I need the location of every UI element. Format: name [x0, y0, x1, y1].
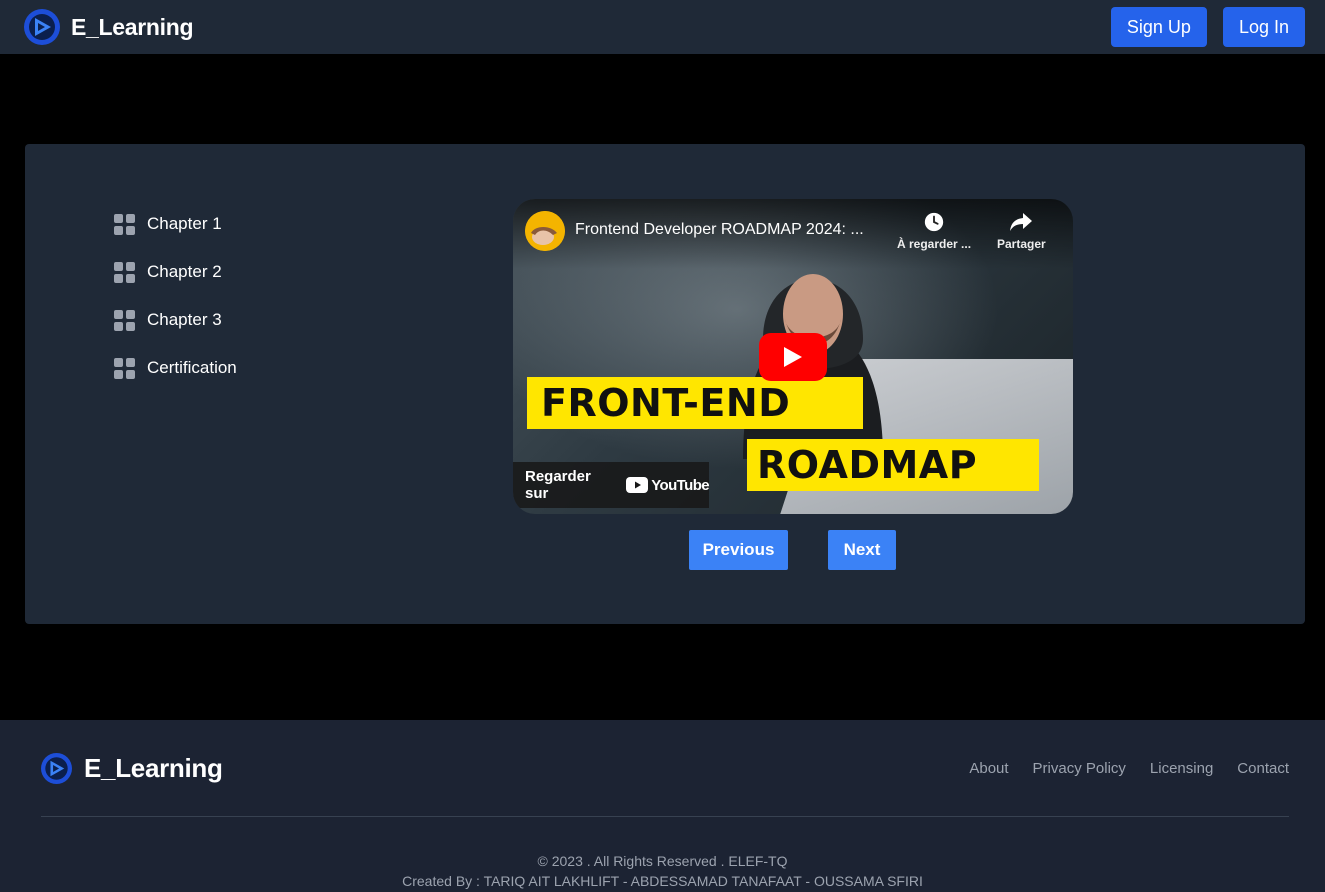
- footer-brand[interactable]: E_Learning: [41, 753, 223, 784]
- youtube-icon: [626, 477, 649, 493]
- previous-button[interactable]: Previous: [689, 530, 788, 570]
- next-button[interactable]: Next: [828, 530, 896, 570]
- watch-later-button[interactable]: À regarder ...: [897, 211, 971, 251]
- footer-copyright-block: © 2023 . All Rights Reserved . ELEF-TQ C…: [0, 851, 1325, 891]
- sidebar-item-chapter-1[interactable]: Chapter 1: [114, 200, 237, 248]
- footer-link-licensing[interactable]: Licensing: [1150, 760, 1213, 777]
- footer-link-item: Contact: [1237, 760, 1289, 778]
- footer: E_Learning About Privacy Policy Licensin…: [0, 720, 1325, 892]
- channel-avatar[interactable]: [525, 211, 565, 251]
- top-navbar: E_Learning Sign Up Log In: [0, 0, 1325, 54]
- footer-links: About Privacy Policy Licensing Contact: [969, 760, 1289, 778]
- sign-up-button[interactable]: Sign Up: [1110, 7, 1207, 47]
- watch-on-label: Regarder sur: [525, 468, 591, 502]
- footer-link-item: Licensing: [1150, 760, 1213, 778]
- brand[interactable]: E_Learning: [24, 9, 194, 45]
- footer-link-contact[interactable]: Contact: [1237, 760, 1289, 777]
- log-in-button[interactable]: Log In: [1222, 7, 1305, 47]
- share-icon: [1010, 213, 1033, 231]
- sidebar-item-label: Chapter 3: [147, 310, 222, 329]
- video-embed[interactable]: Frontend Developer ROADMAP 2024: ... À r…: [513, 199, 1073, 514]
- brand-logo-icon: [41, 753, 72, 784]
- sidebar-item-label: Chapter 2: [147, 262, 222, 281]
- footer-brand-name: E_Learning: [84, 753, 223, 783]
- grid-icon: [114, 213, 135, 235]
- sidebar-item-label: Chapter 1: [147, 214, 222, 233]
- thumbnail-text-roadmap: ROADMAP: [747, 439, 1039, 491]
- watch-later-label: À regarder ...: [897, 237, 972, 251]
- grid-icon: [114, 357, 135, 379]
- footer-divider: [41, 816, 1289, 817]
- youtube-wordmark: YouTube: [651, 476, 709, 494]
- credits-text: Created By : TARIQ AIT LAKHLIFT - ABDESS…: [402, 873, 923, 889]
- sidebar-item-label: Certification: [147, 358, 237, 377]
- grid-icon: [114, 261, 135, 283]
- nav-actions: Sign Up Log In: [1110, 7, 1305, 47]
- thumbnail-text-front-end: FRONT-END: [527, 377, 863, 429]
- avatar-icon: [525, 211, 565, 251]
- share-button[interactable]: Partager: [997, 211, 1046, 251]
- play-icon: [784, 347, 802, 367]
- chapter-list: Chapter 1 Chapter 2 Chapter 3 Certificat…: [114, 200, 237, 392]
- youtube-logo: YouTube: [626, 476, 710, 494]
- course-panel: Chapter 1 Chapter 2 Chapter 3 Certificat…: [25, 144, 1305, 624]
- grid-icon: [114, 309, 135, 331]
- sidebar-item-chapter-2[interactable]: Chapter 2: [114, 248, 237, 296]
- footer-link-about[interactable]: About: [969, 760, 1008, 777]
- sidebar-item-certification[interactable]: Certification: [114, 344, 237, 392]
- share-label: Partager: [997, 237, 1046, 251]
- play-button[interactable]: [759, 333, 827, 381]
- copyright-text: © 2023 . All Rights Reserved . ELEF-TQ: [537, 853, 788, 869]
- footer-link-item: Privacy Policy: [1033, 760, 1126, 778]
- footer-link-privacy-policy[interactable]: Privacy Policy: [1033, 760, 1126, 777]
- brand-name: E_Learning: [71, 13, 194, 40]
- watch-on-youtube-button[interactable]: Regarder sur YouTube: [513, 462, 710, 508]
- sidebar-item-chapter-3[interactable]: Chapter 3: [114, 296, 237, 344]
- brand-logo-icon: [24, 9, 60, 45]
- video-title[interactable]: Frontend Developer ROADMAP 2024: ...: [575, 221, 889, 239]
- footer-link-item: About: [969, 760, 1008, 778]
- clock-icon: [924, 212, 944, 232]
